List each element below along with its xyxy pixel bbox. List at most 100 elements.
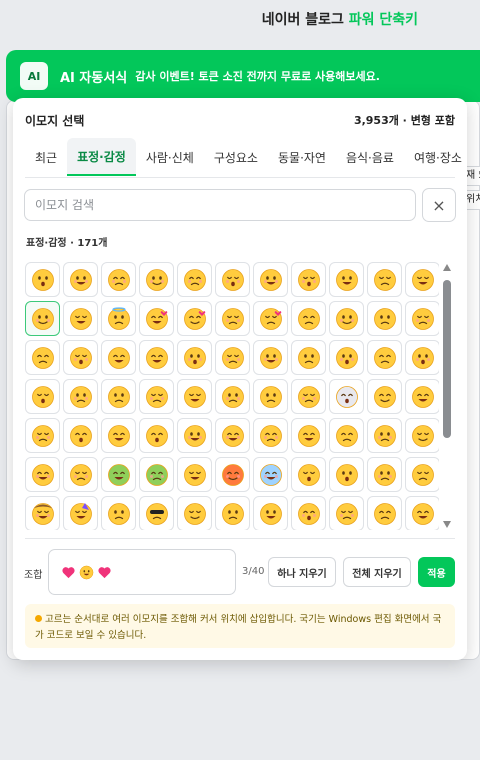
emoji-cell[interactable] (177, 379, 212, 414)
emoji-cell[interactable] (177, 418, 212, 453)
emoji-cell[interactable] (139, 379, 174, 414)
emoji-cell[interactable] (139, 496, 174, 530)
emoji-cell[interactable] (405, 262, 439, 297)
emoji-cell[interactable] (329, 457, 364, 492)
emoji-cell[interactable] (291, 496, 326, 530)
combo-count: 3/40 (242, 566, 265, 577)
emoji-cell[interactable] (25, 340, 60, 375)
emoji-cell[interactable] (367, 379, 402, 414)
scroll-up-arrow-icon[interactable] (443, 264, 451, 271)
emoji-cell[interactable] (367, 262, 402, 297)
emoji-cell[interactable] (63, 340, 98, 375)
emoji-cell[interactable] (177, 301, 212, 336)
emoji-cell[interactable] (139, 301, 174, 336)
emoji-cell[interactable] (405, 301, 439, 336)
emoji-cell[interactable] (405, 379, 439, 414)
emoji-cell[interactable] (253, 340, 288, 375)
clear-one-button[interactable]: 하나 지우기 (268, 557, 336, 587)
emoji-cell[interactable] (25, 496, 60, 530)
emoji-cell[interactable] (329, 301, 364, 336)
emoji-cell[interactable] (215, 457, 250, 492)
emoji-cell[interactable] (101, 340, 136, 375)
emoji-cell[interactable] (101, 379, 136, 414)
emoji-cell[interactable] (291, 418, 326, 453)
emoji-cell[interactable] (25, 457, 60, 492)
emoji-cell[interactable] (291, 379, 326, 414)
emoji-cell[interactable] (63, 301, 98, 336)
emoji-cell[interactable] (253, 301, 288, 336)
emoji-cell[interactable] (177, 262, 212, 297)
emoji-cell[interactable] (101, 496, 136, 530)
emoji-cell[interactable] (177, 340, 212, 375)
emoji-cell[interactable] (405, 340, 439, 375)
emoji-cell[interactable] (215, 340, 250, 375)
tab-1[interactable]: 표정·감정 (67, 138, 136, 176)
emoji-cell[interactable] (215, 262, 250, 297)
emoji-cell[interactable] (291, 457, 326, 492)
emoji-cell[interactable] (177, 457, 212, 492)
emoji-cell[interactable] (25, 262, 60, 297)
scrollbar-thumb[interactable] (443, 280, 451, 438)
emoji-cell[interactable] (329, 379, 364, 414)
emoji-cell[interactable] (329, 340, 364, 375)
emoji-cell[interactable] (101, 301, 136, 336)
apply-button[interactable]: 적용 (418, 557, 455, 587)
emoji-cell[interactable] (139, 262, 174, 297)
emoji-cell[interactable] (405, 457, 439, 492)
emoji-cell[interactable] (367, 301, 402, 336)
emoji-cell[interactable] (405, 496, 439, 530)
tab-6[interactable]: 여행·장소 (404, 138, 467, 176)
emoji-cell[interactable] (139, 457, 174, 492)
scroll-down-arrow-icon[interactable] (443, 521, 451, 528)
emoji-cell[interactable] (215, 418, 250, 453)
relaxed-emoji-icon (335, 307, 358, 330)
emoji-cell[interactable] (25, 301, 60, 336)
emoji-cell[interactable] (253, 379, 288, 414)
emoji-cell[interactable] (253, 496, 288, 530)
emoji-cell[interactable] (291, 262, 326, 297)
emoji-cell[interactable] (329, 496, 364, 530)
emoji-cell[interactable] (253, 418, 288, 453)
emoji-cell[interactable] (25, 418, 60, 453)
emoji-cell[interactable] (367, 457, 402, 492)
emoji-cell[interactable] (291, 301, 326, 336)
emoji-search-input[interactable] (24, 189, 416, 221)
emoji-cell[interactable] (215, 379, 250, 414)
emoji-cell[interactable] (215, 301, 250, 336)
clear-all-button[interactable]: 전체 지우기 (343, 557, 411, 587)
emoji-cell[interactable] (291, 340, 326, 375)
tab-4[interactable]: 동물·자연 (268, 138, 336, 176)
emoji-cell[interactable] (367, 496, 402, 530)
search-clear-button[interactable]: × (422, 188, 456, 222)
emoji-cell[interactable] (101, 457, 136, 492)
emoji-cell[interactable] (177, 496, 212, 530)
emoji-cell[interactable] (63, 379, 98, 414)
emoji-cell[interactable] (367, 340, 402, 375)
emoji-cell[interactable] (25, 379, 60, 414)
cold-emoji-icon (259, 463, 282, 486)
emoji-cell[interactable] (63, 262, 98, 297)
emoji-cell[interactable] (253, 457, 288, 492)
tab-2[interactable]: 사람·신체 (136, 138, 204, 176)
ai-banner[interactable]: AI AI 자동서식 감사 이벤트! 토큰 소진 전까지 무료로 사용해보세요. (6, 50, 480, 102)
tab-0[interactable]: 최근 (25, 138, 67, 176)
emoji-cell[interactable] (405, 418, 439, 453)
emoji-cell[interactable] (63, 457, 98, 492)
title-accent: 파워 단축키 (348, 12, 418, 28)
emoji-cell[interactable] (215, 496, 250, 530)
emoji-cell[interactable] (63, 496, 98, 530)
emoji-scrollbar[interactable] (441, 262, 453, 530)
emoji-cell[interactable] (139, 340, 174, 375)
emoji-cell[interactable] (329, 262, 364, 297)
tab-5[interactable]: 음식·음료 (336, 138, 404, 176)
emoji-cell[interactable] (367, 418, 402, 453)
emoji-cell[interactable] (139, 418, 174, 453)
emoji-cell[interactable] (63, 418, 98, 453)
emoji-cell[interactable] (253, 262, 288, 297)
emoji-cell[interactable] (101, 418, 136, 453)
close-icon: × (432, 195, 446, 215)
emoji-cell[interactable] (329, 418, 364, 453)
combo-field[interactable] (48, 549, 236, 595)
tab-3[interactable]: 구성요소 (204, 138, 268, 176)
emoji-cell[interactable] (101, 262, 136, 297)
